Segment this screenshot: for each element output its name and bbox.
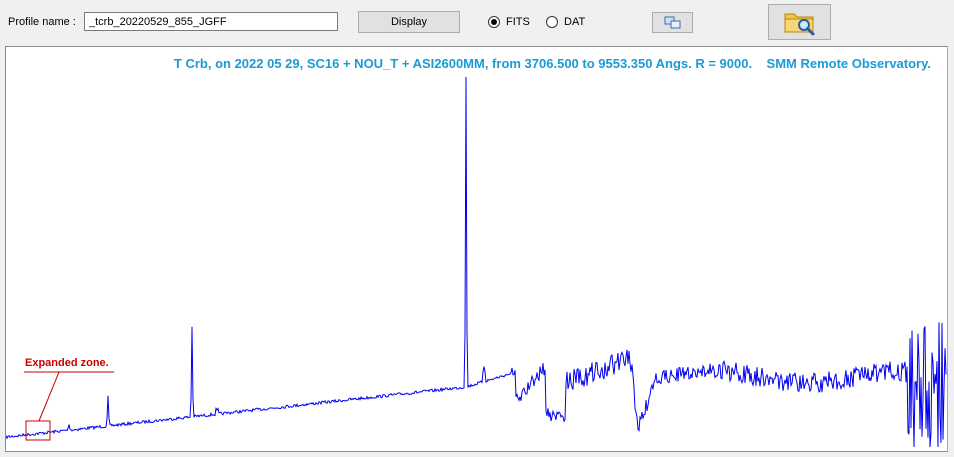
open-folder-button[interactable]	[768, 4, 831, 40]
radio-fits-indicator[interactable]	[488, 16, 500, 28]
expanded-zone-label: Expanded zone.	[25, 357, 109, 369]
folder-search-icon	[784, 13, 814, 36]
copy-button[interactable]	[652, 12, 693, 33]
radio-fits-label: FITS	[506, 16, 530, 28]
toolbar: Profile name : Display FITS DAT	[0, 0, 954, 44]
profile-name-input[interactable]	[84, 12, 338, 31]
profile-name-label: Profile name :	[8, 16, 76, 28]
radio-dat-indicator[interactable]	[546, 16, 558, 28]
expanded-zone-box	[25, 420, 51, 441]
spectrum-line	[6, 76, 947, 448]
copy-windows-icon	[664, 16, 680, 28]
spectrum-chart: Expanded zone.	[6, 76, 947, 448]
spectrum-plot[interactable]: T Crb, on 2022 05 29, SC16 + NOU_T + ASI…	[5, 46, 948, 452]
expanded-zone-pointer	[38, 371, 60, 422]
radio-dat-label: DAT	[564, 16, 586, 28]
display-button[interactable]: Display	[358, 11, 460, 33]
radio-fits[interactable]: FITS	[488, 14, 530, 30]
radio-dat[interactable]: DAT	[546, 14, 585, 30]
